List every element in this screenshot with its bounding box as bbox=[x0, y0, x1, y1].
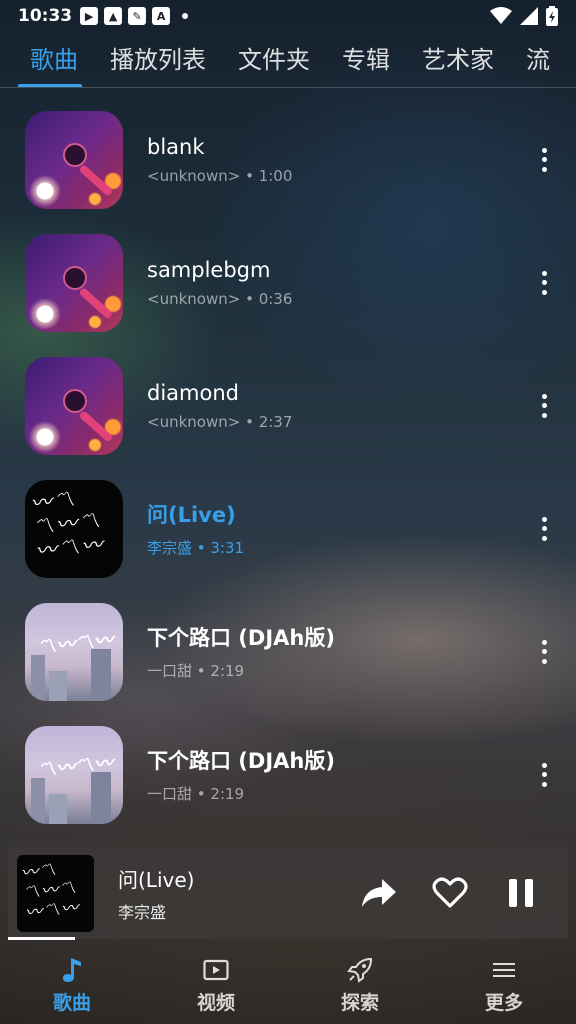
album-cover bbox=[25, 356, 123, 455]
song-list: blank <unknown> • 1:00 samplebgm <unknow… bbox=[0, 98, 576, 836]
now-playing-info[interactable]: 问(Live) 李宗盛 bbox=[118, 864, 355, 923]
album-cover: 〰〽 〽〰〽 〰〽〰 bbox=[25, 479, 123, 578]
song-info: 下个路口 (DJAh版) 一口甜 • 2:19 bbox=[147, 622, 576, 681]
song-title: 下个路口 (DJAh版) bbox=[147, 626, 335, 650]
now-playing-title: 问(Live) bbox=[118, 867, 195, 892]
song-duration: 1:00 bbox=[258, 166, 293, 185]
favorite-button[interactable] bbox=[426, 869, 474, 917]
song-title: 问(Live) bbox=[147, 503, 236, 527]
song-meta: <unknown> • 1:00 bbox=[147, 166, 293, 185]
nav-explore-label: 探索 bbox=[340, 992, 379, 1014]
nav-more-label: 更多 bbox=[484, 992, 523, 1014]
nav-songs[interactable]: 歌曲 bbox=[0, 942, 144, 1024]
song-artist: 李宗盛 bbox=[147, 539, 193, 557]
song-artist: 一口甜 bbox=[147, 662, 193, 680]
tab-artists[interactable]: 艺术家 bbox=[406, 34, 510, 87]
tab-songs[interactable]: 歌曲 bbox=[0, 34, 94, 87]
nav-videos-label: 视频 bbox=[196, 992, 235, 1014]
song-artist: <unknown> bbox=[147, 166, 241, 185]
more-options-icon[interactable] bbox=[538, 762, 550, 787]
song-duration: 2:37 bbox=[258, 412, 293, 431]
song-meta: <unknown> • 2:37 bbox=[147, 412, 293, 431]
song-info: 下个路口 (DJAh版) 一口甜 • 2:19 bbox=[147, 745, 576, 804]
play-notification-icon: ▶ bbox=[80, 7, 99, 25]
status-time: 10:33 bbox=[18, 6, 73, 26]
more-options-icon[interactable] bbox=[538, 147, 550, 172]
song-meta: 一口甜 • 2:19 bbox=[147, 662, 245, 680]
heart-icon bbox=[432, 877, 468, 908]
wifi-icon bbox=[490, 7, 512, 24]
song-artist: <unknown> bbox=[147, 412, 241, 431]
song-duration: 2:19 bbox=[210, 785, 245, 803]
song-row[interactable]: 〽〰〽〰 下个路口 (DJAh版) 一口甜 • 2:19 bbox=[0, 590, 576, 713]
song-row[interactable]: blank <unknown> • 1:00 bbox=[0, 98, 576, 221]
nav-more[interactable]: 更多 bbox=[432, 942, 576, 1024]
song-row-playing[interactable]: 〰〽 〽〰〽 〰〽〰 问(Live) 李宗盛 • 3:31 bbox=[0, 467, 576, 590]
song-title: samplebgm bbox=[147, 257, 271, 282]
song-duration: 0:36 bbox=[258, 289, 293, 308]
tab-streams[interactable]: 流 bbox=[510, 34, 566, 87]
song-row[interactable]: diamond <unknown> • 2:37 bbox=[0, 344, 576, 467]
menu-icon bbox=[493, 963, 515, 977]
music-note-icon bbox=[63, 958, 81, 982]
playback-progress bbox=[8, 937, 75, 940]
more-options-icon[interactable] bbox=[538, 639, 550, 664]
pause-button[interactable] bbox=[497, 869, 545, 917]
more-notifications-icon bbox=[182, 13, 189, 19]
battery-icon bbox=[546, 6, 558, 26]
signal-icon bbox=[520, 7, 538, 25]
song-info: samplebgm <unknown> • 0:36 bbox=[147, 258, 576, 308]
song-artist: <unknown> bbox=[147, 289, 241, 308]
song-info: blank <unknown> • 1:00 bbox=[147, 135, 576, 185]
song-title: blank bbox=[147, 134, 205, 159]
status-bar: 10:33 ▶ ▲ ✎ A bbox=[0, 0, 576, 32]
tab-folders[interactable]: 文件夹 bbox=[222, 34, 326, 87]
song-info: diamond <unknown> • 2:37 bbox=[147, 381, 576, 431]
song-duration: 3:31 bbox=[210, 539, 245, 557]
video-icon bbox=[203, 959, 229, 981]
album-cover: 〽〰〽〰 bbox=[25, 725, 123, 824]
image-notification-icon: ▲ bbox=[104, 7, 123, 25]
album-cover bbox=[25, 233, 123, 332]
song-artist: 一口甜 bbox=[147, 785, 193, 803]
rocket-icon bbox=[347, 957, 373, 983]
song-meta: 李宗盛 • 3:31 bbox=[147, 539, 245, 557]
nav-songs-label: 歌曲 bbox=[52, 992, 91, 1014]
album-cover: 〽〰〽〰 bbox=[25, 602, 123, 701]
share-button[interactable] bbox=[355, 869, 403, 917]
song-title: diamond bbox=[147, 380, 239, 405]
edit-notification-icon: ✎ bbox=[128, 7, 147, 25]
tab-playlists[interactable]: 播放列表 bbox=[94, 34, 222, 87]
more-options-icon[interactable] bbox=[538, 393, 550, 418]
now-playing-artist: 李宗盛 bbox=[118, 902, 167, 922]
nav-videos[interactable]: 视频 bbox=[144, 942, 288, 1024]
share-icon bbox=[362, 879, 396, 907]
song-title: 下个路口 (DJAh版) bbox=[147, 749, 335, 773]
mini-player[interactable]: 〰〽 〽〰〽 〰〽〰 问(Live) 李宗盛 bbox=[8, 847, 568, 939]
song-duration: 2:19 bbox=[210, 662, 245, 680]
bottom-navigation: 歌曲 视频 探索 更多 bbox=[0, 942, 576, 1024]
tab-albums[interactable]: 专辑 bbox=[326, 34, 406, 87]
category-tabs: 歌曲 播放列表 文件夹 专辑 艺术家 流 bbox=[0, 34, 576, 88]
song-info: 问(Live) 李宗盛 • 3:31 bbox=[147, 499, 576, 558]
pause-icon bbox=[509, 879, 533, 907]
song-meta: 一口甜 • 2:19 bbox=[147, 785, 245, 803]
song-row[interactable]: samplebgm <unknown> • 0:36 bbox=[0, 221, 576, 344]
font-notification-icon: A bbox=[152, 7, 171, 25]
song-meta: <unknown> • 0:36 bbox=[147, 289, 293, 308]
nav-explore[interactable]: 探索 bbox=[288, 942, 432, 1024]
album-cover bbox=[25, 110, 123, 209]
song-row[interactable]: 〽〰〽〰 下个路口 (DJAh版) 一口甜 • 2:19 bbox=[0, 713, 576, 836]
more-options-icon[interactable] bbox=[538, 516, 550, 541]
now-playing-cover[interactable]: 〰〽 〽〰〽 〰〽〰 bbox=[17, 854, 94, 932]
more-options-icon[interactable] bbox=[538, 270, 550, 295]
